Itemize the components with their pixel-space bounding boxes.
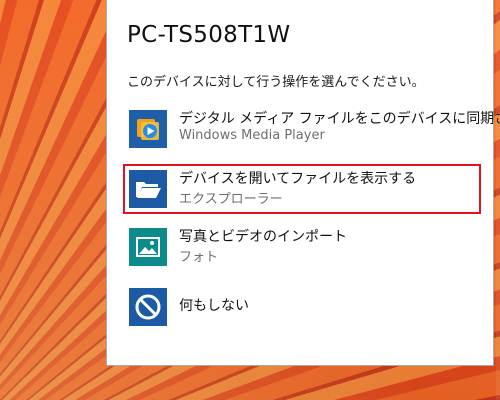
option-app: Windows Media Player	[179, 128, 325, 143]
option-open-folder[interactable]: デバイスを開いてファイルを表示する エクスプローラー	[123, 164, 481, 214]
photo-icon	[129, 228, 167, 266]
option-title: 何もしない	[179, 298, 249, 314]
option-app: フォト	[179, 250, 219, 265]
windows-media-player-icon	[129, 110, 167, 148]
option-title: デバイスを開いてファイルを表示する	[179, 171, 417, 187]
folder-icon	[129, 170, 167, 208]
desktop-background: PC-TS508T1W このデバイスに対して行う操作を選んでください。 デジタル…	[0, 0, 500, 400]
option-title: 写真とビデオのインポート	[179, 229, 347, 245]
option-do-nothing[interactable]: 何もしない	[123, 282, 481, 332]
prohibited-icon	[129, 288, 167, 326]
dialog-prompt: このデバイスに対して行う操作を選んでください。	[127, 75, 425, 90]
screen-edge	[496, 0, 500, 400]
option-import-photos[interactable]: 写真とビデオのインポート フォト	[123, 222, 481, 272]
device-title: PC-TS508T1W	[127, 22, 291, 48]
option-title: デジタル メディア ファイルをこのデバイスに同期さ…	[179, 111, 500, 127]
option-sync-media[interactable]: デジタル メディア ファイルをこのデバイスに同期さ… Windows Media…	[123, 104, 500, 154]
autoplay-dialog: PC-TS508T1W このデバイスに対して行う操作を選んでください。 デジタル…	[106, 0, 500, 366]
option-app: エクスプローラー	[179, 192, 283, 207]
